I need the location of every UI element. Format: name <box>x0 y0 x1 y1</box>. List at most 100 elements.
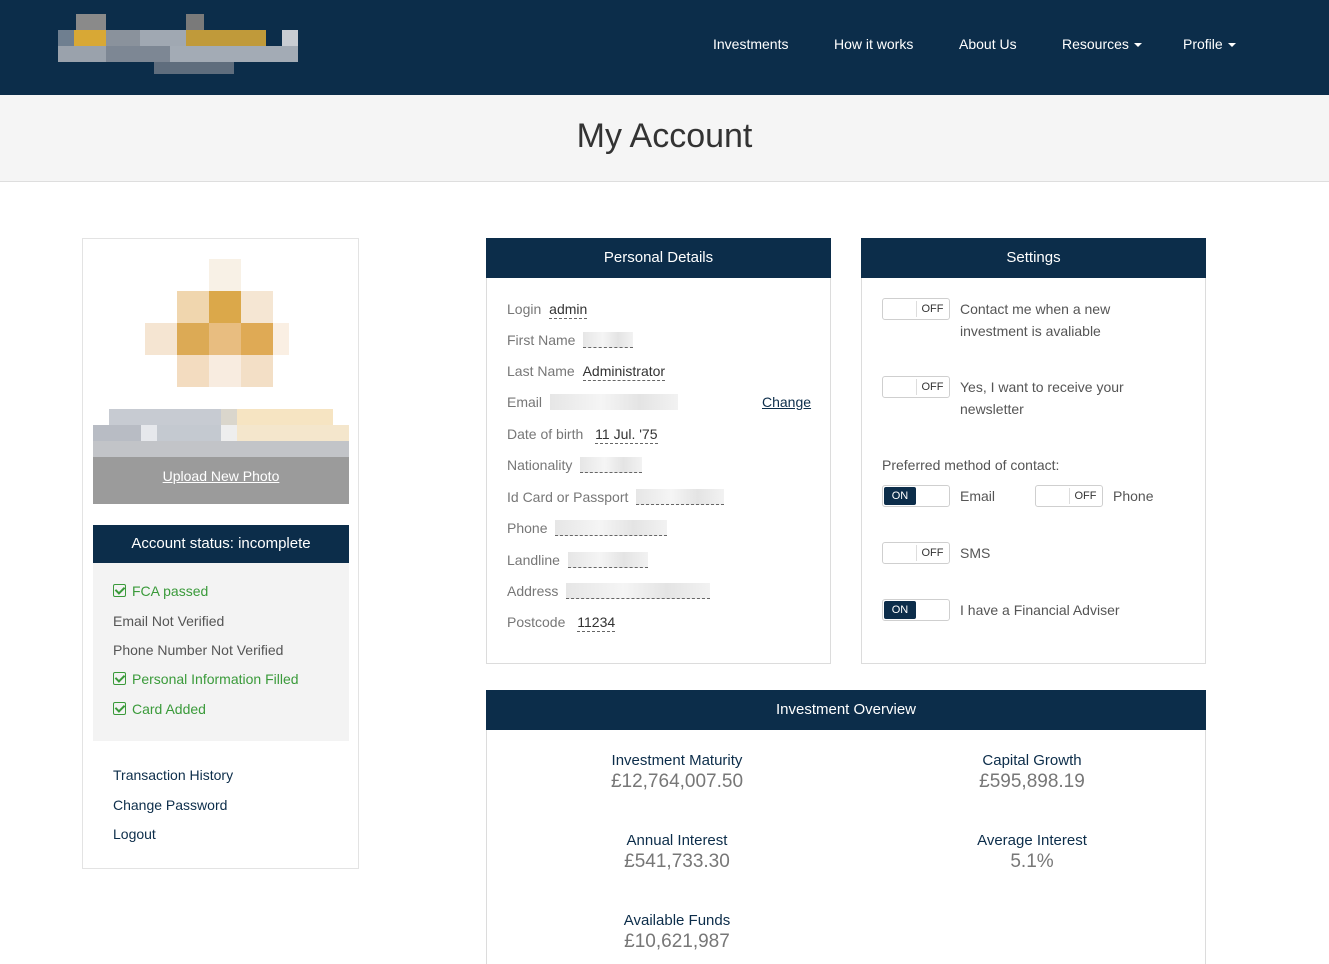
field-email: Email <box>507 394 678 410</box>
field-nationality: Nationality <box>507 457 643 473</box>
stat-label: Annual Interest <box>626 832 728 849</box>
status-fca-passed: FCA passed <box>113 583 208 599</box>
annual-interest: Annual Interest £541,733.30 <box>527 832 827 873</box>
status-personal-info-filled: Personal Information Filled <box>113 671 299 687</box>
field-label: Postcode <box>507 614 566 630</box>
stat-label: Investment Maturity <box>611 752 743 769</box>
status-label: FCA passed <box>132 583 209 599</box>
login-value[interactable]: admin <box>549 301 588 319</box>
field-date-of-birth: Date of birth 11 Jul. '75 <box>507 426 658 444</box>
profile-card: Upload New Photo Account status: incompl… <box>82 238 359 869</box>
stat-value: £10,621,987 <box>624 931 730 952</box>
setting-new-investment-label: Contact me when a new investment is aval… <box>960 301 1111 339</box>
toggle-contact-email[interactable]: ON <box>882 485 950 507</box>
toggle-state: OFF <box>1069 488 1101 504</box>
toggle-state: OFF <box>916 545 948 561</box>
status-phone-not-verified: Phone Number Not Verified <box>113 642 283 658</box>
contact-email-label: Email <box>960 488 996 504</box>
field-postcode: Postcode 11234 <box>507 614 616 632</box>
stat-value: £595,898.19 <box>979 771 1085 792</box>
investment-overview-title: Investment Overview <box>486 690 1206 730</box>
check-square-icon <box>113 702 126 715</box>
stat-label: Average Interest <box>977 832 1087 849</box>
first-name-value[interactable] <box>583 332 634 348</box>
toggle-newsletter[interactable]: OFF <box>882 376 950 398</box>
postcode-value[interactable]: 11234 <box>577 614 616 632</box>
nav-profile[interactable]: Profile <box>1183 36 1236 52</box>
status-label: Email Not Verified <box>113 613 225 629</box>
field-label: Date of birth <box>507 426 584 442</box>
nav-about-us[interactable]: About Us <box>959 36 1017 52</box>
id-card-value[interactable] <box>636 489 725 505</box>
nationality-value[interactable] <box>580 457 643 473</box>
status-label: Phone Number Not Verified <box>113 642 284 658</box>
page-title: My Account <box>576 117 753 155</box>
account-status-list: FCA passed Email Not Verified Phone Numb… <box>93 563 349 741</box>
toggle-contact-sms[interactable]: OFF <box>882 542 950 564</box>
last-name-value[interactable]: Administrator <box>582 363 666 381</box>
field-label: Email <box>507 394 543 410</box>
caret-down-icon <box>1133 43 1142 48</box>
average-interest: Average Interest 5.1% <box>882 832 1182 873</box>
email-change-link[interactable]: Change <box>762 394 811 410</box>
toggle-new-investment[interactable]: OFF <box>882 298 950 320</box>
field-last-name: Last Name Administrator <box>507 363 666 381</box>
nav-resources[interactable]: Resources <box>1062 36 1142 52</box>
personal-details-title: Personal Details <box>486 238 831 278</box>
setting-newsletter-label: Yes, I want to receive your newsletter <box>960 379 1124 417</box>
field-landline: Landline <box>507 552 648 568</box>
stat-value: £12,764,007.50 <box>610 771 744 792</box>
nav-investments[interactable]: Investments <box>713 36 788 52</box>
settings-title: Settings <box>861 238 1206 278</box>
field-label: Phone <box>507 520 548 536</box>
field-label: First Name <box>507 332 576 348</box>
dob-value[interactable]: 11 Jul. '75 <box>595 426 658 444</box>
landline-value[interactable] <box>567 552 648 568</box>
nav-profile-label: Profile <box>1183 36 1223 52</box>
title-band: My Account <box>0 95 1329 182</box>
status-card-added: Card Added <box>113 701 206 717</box>
phone-value[interactable] <box>555 520 668 536</box>
check-square-icon <box>113 672 126 685</box>
field-label: Nationality <box>507 457 573 473</box>
nav-resources-label: Resources <box>1062 36 1129 52</box>
toggle-contact-phone[interactable]: OFF <box>1035 485 1103 507</box>
email-value[interactable] <box>549 394 678 410</box>
caret-down-icon <box>1227 43 1236 48</box>
status-label: Card Added <box>132 701 206 717</box>
field-address: Address <box>507 583 711 599</box>
field-login: Login admin <box>507 301 588 319</box>
field-phone: Phone <box>507 520 668 536</box>
financial-adviser-label: I have a Financial Adviser <box>960 602 1120 618</box>
investment-overview-panel: Investment Overview Investment Maturity … <box>486 690 1206 964</box>
transaction-history-link[interactable]: Transaction History <box>113 767 233 783</box>
status-label: Personal Information Filled <box>132 671 299 687</box>
field-label: Login <box>507 301 542 317</box>
toggle-state: OFF <box>916 301 948 317</box>
stat-label: Available Funds <box>623 912 731 929</box>
main-nav: Investments How it works About Us Resour… <box>0 0 1329 95</box>
status-email-not-verified: Email Not Verified <box>113 613 224 629</box>
field-first-name: First Name <box>507 332 634 348</box>
change-password-link[interactable]: Change Password <box>113 797 227 813</box>
preferred-contact-label: Preferred method of contact: <box>882 457 1060 473</box>
available-funds: Available Funds £10,621,987 <box>527 912 827 953</box>
toggle-financial-adviser[interactable]: ON <box>882 599 950 621</box>
field-id-card: Id Card or Passport <box>507 489 725 505</box>
stat-value: 5.1% <box>1010 851 1054 872</box>
field-label: Landline <box>507 552 560 568</box>
field-label: Id Card or Passport <box>507 489 629 505</box>
logout-link[interactable]: Logout <box>113 826 156 842</box>
toggle-state: ON <box>884 487 916 505</box>
settings-panel: Settings OFF Contact me when a new inves… <box>861 238 1206 664</box>
address-value[interactable] <box>566 583 711 599</box>
toggle-state: ON <box>884 601 916 619</box>
contact-sms-label: SMS <box>960 545 991 561</box>
upload-photo-link[interactable]: Upload New Photo <box>93 468 349 484</box>
stat-value: £541,733.30 <box>624 851 730 872</box>
account-status-title: Account status: incomplete <box>93 525 349 563</box>
capital-growth: Capital Growth £595,898.19 <box>882 752 1182 793</box>
nav-how-it-works[interactable]: How it works <box>834 36 913 52</box>
check-square-icon <box>113 584 126 597</box>
top-navbar: Investments How it works About Us Resour… <box>0 0 1329 95</box>
